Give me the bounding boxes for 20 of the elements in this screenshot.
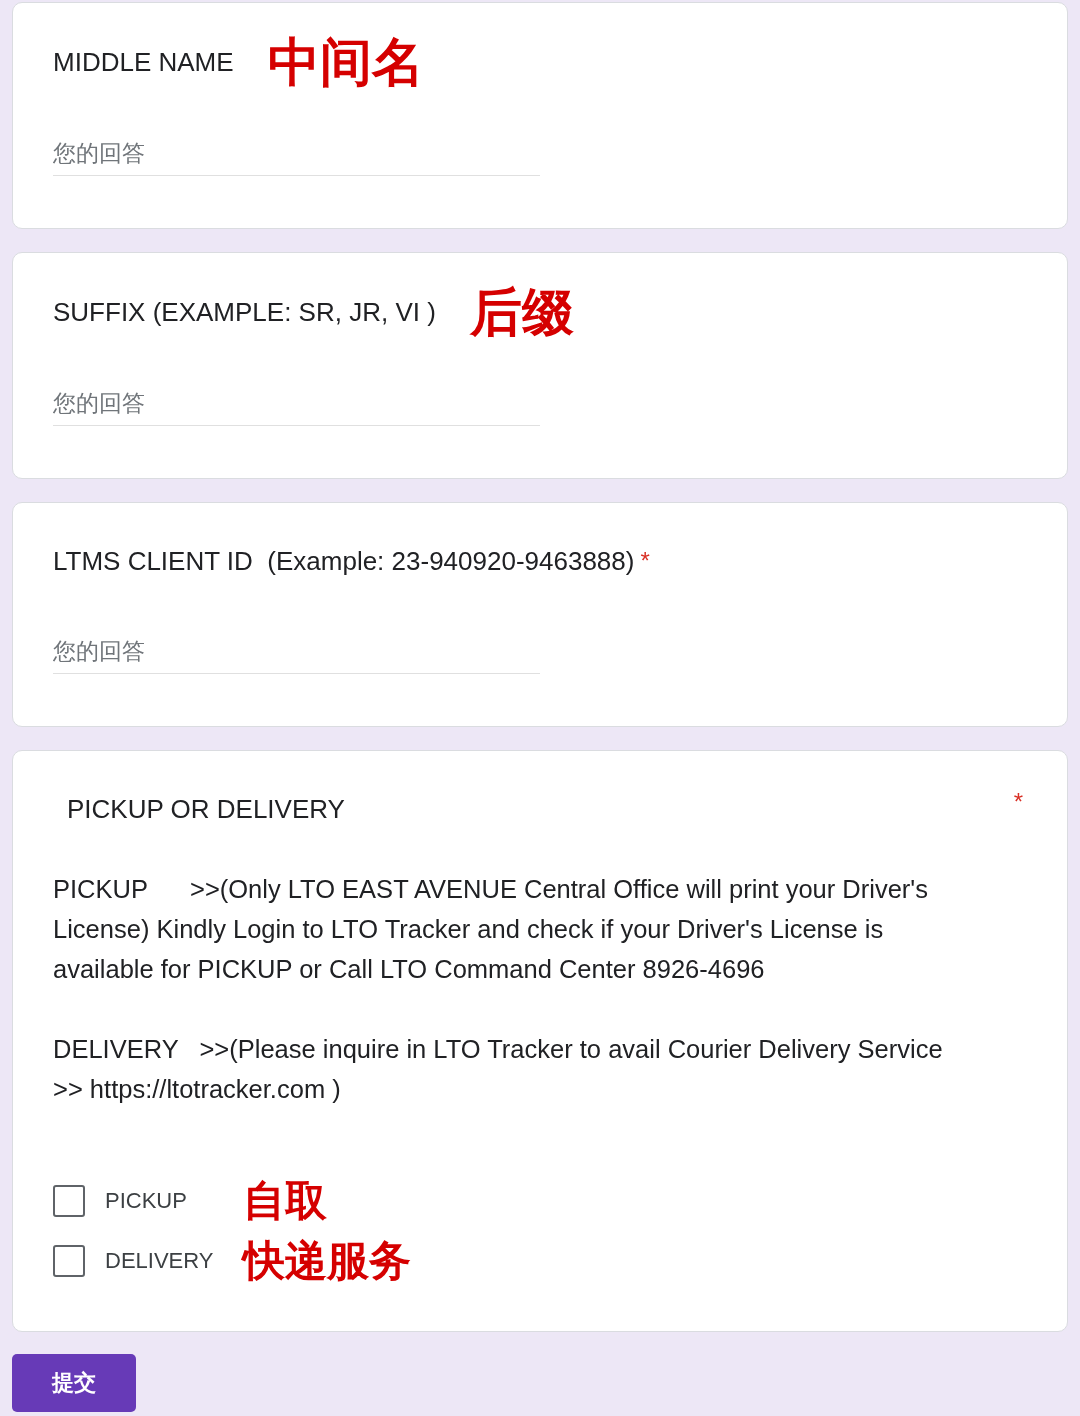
submit-button[interactable]: 提交 — [12, 1354, 136, 1412]
answer-field[interactable]: 您的回答 — [53, 132, 540, 176]
annotation-text: 自取 — [243, 1180, 329, 1222]
question-title: PICKUP OR DELIVERY — [67, 793, 345, 825]
checkbox[interactable] — [53, 1185, 85, 1217]
annotation-text: 后缀 — [469, 286, 574, 338]
question-title: LTMS CLIENT ID (Example: 23-940920-9463888) — [53, 545, 635, 577]
checkbox[interactable] — [53, 1245, 85, 1277]
question-title: MIDDLE NAME — [53, 46, 234, 78]
question-title: SUFFIX (EXAMPLE: SR, JR, VI ) — [53, 296, 436, 328]
option-label: PICKUP — [105, 1188, 188, 1214]
description-text: DELIVERY >>(Please inquire in LTO Tracker to avail Courier Delivery Service >> https://ltotracker.com ) — [53, 1034, 944, 1105]
annotation-text: 快递服务 — [243, 1240, 412, 1282]
description-text: PICKUP >>(Only LTO EAST AVENUE Central Office will print your Driver's License) Kindly Login to LTO Tracker and check if your Driver's License is available for PICKUP or Call LTO Command Center 8926-4696 — [53, 874, 929, 985]
option-label: DELIVERY — [105, 1248, 214, 1274]
answer-field[interactable]: 您的回答 — [53, 630, 540, 674]
answer-field[interactable]: 您的回答 — [53, 382, 540, 426]
required-asterisk: * — [1013, 788, 1023, 816]
required-asterisk: * — [640, 547, 650, 575]
annotation-text: 中间名 — [267, 36, 424, 88]
